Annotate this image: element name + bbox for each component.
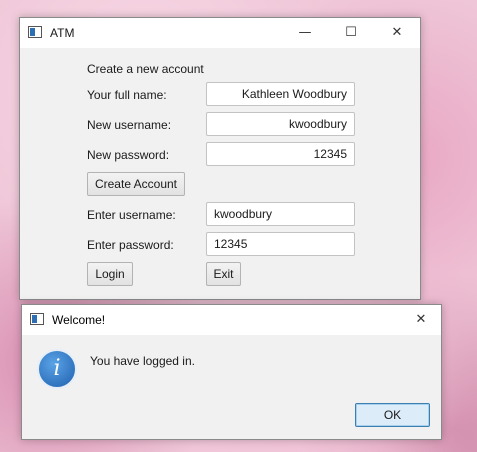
exit-button[interactable]: Exit <box>206 262 241 286</box>
dialog-titlebar[interactable]: Welcome! ✕ <box>22 305 441 335</box>
new-password-field[interactable]: 12345 <box>206 142 355 166</box>
new-username-field[interactable]: kwoodbury <box>206 112 355 136</box>
ok-button[interactable]: OK <box>355 403 430 427</box>
enter-password-label: Enter password: <box>87 238 174 252</box>
dialog-close-icon[interactable]: ✕ <box>402 305 440 335</box>
atm-window: ATM — ☐ ✕ Create a new account Your full… <box>19 17 421 300</box>
dialog-title: Welcome! <box>52 313 106 327</box>
enter-password-field[interactable]: 12345 <box>206 232 355 256</box>
information-icon: i <box>37 349 77 389</box>
create-account-button[interactable]: Create Account <box>87 172 185 196</box>
window-title: ATM <box>50 26 75 40</box>
login-button[interactable]: Login <box>87 262 133 286</box>
minimize-icon[interactable]: — <box>282 18 328 48</box>
new-password-label: New password: <box>87 148 170 162</box>
welcome-dialog: Welcome! ✕ i You have logged in. OK <box>21 304 442 440</box>
create-account-heading: Create a new account <box>87 62 204 76</box>
full-name-field[interactable]: Kathleen Woodbury <box>206 82 355 106</box>
enter-username-label: Enter username: <box>87 208 176 222</box>
atm-titlebar[interactable]: ATM — ☐ ✕ <box>20 18 420 48</box>
maximize-icon[interactable]: ☐ <box>328 18 374 48</box>
dialog-app-icon <box>30 313 44 325</box>
new-username-label: New username: <box>87 118 172 132</box>
dialog-message: You have logged in. <box>90 354 195 368</box>
full-name-label: Your full name: <box>87 88 167 102</box>
app-icon <box>28 26 42 38</box>
enter-username-field[interactable]: kwoodbury <box>206 202 355 226</box>
close-icon[interactable]: ✕ <box>374 18 420 48</box>
